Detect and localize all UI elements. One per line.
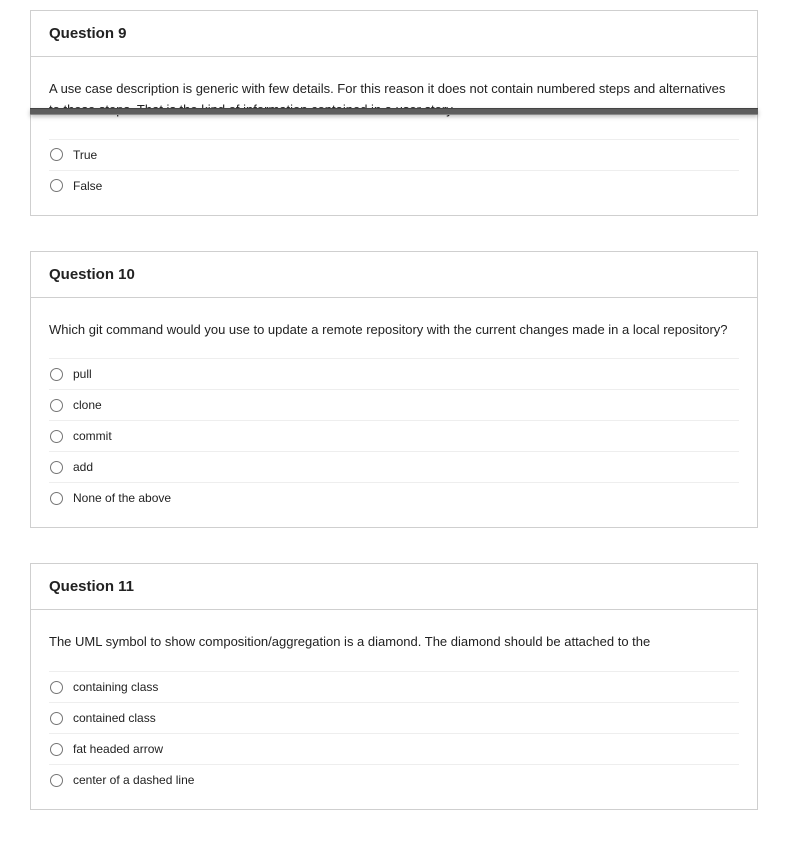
question-header: Question 9: [31, 11, 757, 57]
question-title: Question 10: [49, 266, 739, 283]
option-label: pull: [73, 367, 92, 381]
question-header: Question 10: [31, 252, 757, 298]
option-row[interactable]: pull: [49, 359, 739, 390]
question-block: Question 11 The UML symbol to show compos…: [30, 563, 758, 810]
option-label: True: [73, 148, 97, 162]
option-label: containing class: [73, 680, 158, 694]
option-row[interactable]: True: [49, 140, 739, 171]
option-label: False: [73, 179, 102, 193]
question-title: Question 9: [49, 25, 739, 42]
options-list: pull clone commit add None of the above: [49, 358, 739, 513]
question-header: Question 11: [31, 564, 757, 610]
option-radio[interactable]: [50, 774, 63, 787]
option-radio[interactable]: [50, 681, 63, 694]
option-row[interactable]: fat headed arrow: [49, 734, 739, 765]
option-label: None of the above: [73, 491, 171, 505]
option-radio[interactable]: [50, 368, 63, 381]
option-row[interactable]: None of the above: [49, 483, 739, 513]
option-label: add: [73, 460, 93, 474]
option-radio[interactable]: [50, 148, 63, 161]
option-row[interactable]: add: [49, 452, 739, 483]
option-label: fat headed arrow: [73, 742, 163, 756]
option-row[interactable]: containing class: [49, 672, 739, 703]
question-body: A use case description is generic with f…: [31, 57, 757, 215]
question-text: The UML symbol to show composition/aggre…: [49, 632, 739, 653]
question-body: Which git command would you use to updat…: [31, 298, 757, 528]
option-row[interactable]: contained class: [49, 703, 739, 734]
question-block: Question 10 Which git command would you u…: [30, 251, 758, 529]
option-row[interactable]: False: [49, 171, 739, 201]
option-label: clone: [73, 398, 102, 412]
options-list: containing class contained class fat heade…: [49, 671, 739, 795]
option-label: commit: [73, 429, 112, 443]
option-radio[interactable]: [50, 179, 63, 192]
option-radio[interactable]: [50, 461, 63, 474]
option-row[interactable]: center of a dashed line: [49, 765, 739, 795]
question-body: The UML symbol to show composition/aggre…: [31, 610, 757, 809]
question-block: Question 9 A use case description is gene…: [30, 10, 758, 216]
option-radio[interactable]: [50, 492, 63, 505]
question-text: A use case description is generic with f…: [49, 79, 739, 121]
option-radio[interactable]: [50, 743, 63, 756]
question-title: Question 11: [49, 578, 739, 595]
option-label: center of a dashed line: [73, 773, 194, 787]
option-row[interactable]: clone: [49, 390, 739, 421]
option-radio[interactable]: [50, 712, 63, 725]
question-text: Which git command would you use to updat…: [49, 320, 739, 341]
option-radio[interactable]: [50, 430, 63, 443]
options-list: True False: [49, 139, 739, 201]
option-label: contained class: [73, 711, 156, 725]
option-row[interactable]: commit: [49, 421, 739, 452]
option-radio[interactable]: [50, 399, 63, 412]
